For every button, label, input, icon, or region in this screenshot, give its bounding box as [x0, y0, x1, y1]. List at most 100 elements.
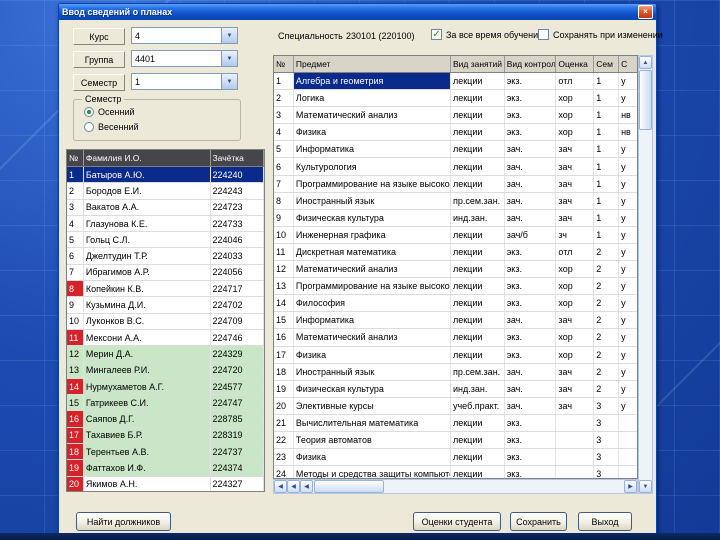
subjects-vertical-scrollbar[interactable]: ▲ ▼	[638, 55, 653, 494]
subject-row[interactable]: 9 Физическая культура инд.зан. зач. зач 1 у	[274, 209, 637, 227]
subject-row[interactable]: 3 Математический анализ лекции экз. хор 1 нв	[274, 107, 637, 125]
student-row[interactable]: 17 Тахавиев Б.Р. 228319	[67, 427, 264, 445]
vertical-scroll-track[interactable]	[639, 69, 652, 480]
subject-row[interactable]: 17 Физика лекции экз. хор 2 у	[274, 346, 637, 364]
subject-row[interactable]: 13 Программирование на языке высокого лекц…	[274, 278, 637, 296]
subjects-horizontal-scrollbar[interactable]: ◀ ◀ ◀ ▶	[273, 479, 638, 494]
subject-row[interactable]: 23 Физика лекции экз. 3	[274, 449, 637, 467]
subject-row[interactable]: 5 Информатика лекции зач. зач 1 у	[274, 141, 637, 159]
student-row[interactable]: 8 Копейкин К.В. 224717	[67, 281, 264, 298]
find-debtors-button[interactable]: Найти должников	[76, 512, 171, 531]
control-type: зач.	[505, 192, 557, 209]
checkbox-all-time[interactable]: ✓ За все время обучения	[431, 29, 543, 40]
student-row[interactable]: 7 Ибрагимов А.Р. 224056	[67, 264, 264, 282]
chevron-down-icon[interactable]: ▼	[221, 51, 237, 66]
column-header-grade[interactable]: Оценка	[556, 56, 595, 72]
scroll-right-arrow-icon[interactable]: ▶	[624, 480, 637, 493]
prev-record-button[interactable]: ◀	[287, 480, 300, 493]
subject-row[interactable]: 2 Логика лекции экз. хор 1 у	[274, 90, 637, 108]
chevron-down-icon[interactable]: ▼	[221, 74, 237, 89]
column-header-number[interactable]: №	[67, 150, 84, 166]
control-type: экз.	[505, 449, 557, 466]
student-row[interactable]: 4 Глазунова К.Е. 224733	[67, 215, 264, 233]
subject-row[interactable]: 1 Алгебра и геометрия лекции экз. отл 1 у	[274, 73, 637, 91]
subject-row[interactable]: 11 Дискретная математика лекции экз. отл 2 у	[274, 243, 637, 262]
scroll-left-arrow-icon[interactable]: ◀	[300, 480, 313, 493]
student-row[interactable]: 1 Батыров А.Ю. 224240	[67, 167, 264, 184]
save-button[interactable]: Сохранить	[510, 512, 567, 531]
horizontal-scroll-track[interactable]	[313, 480, 624, 493]
status-value: у	[621, 76, 626, 87]
column-header-record-book[interactable]: Зачётка	[211, 150, 264, 166]
scroll-down-arrow-icon[interactable]: ▼	[639, 480, 652, 493]
subject-row[interactable]: 20 Элективные курсы учеб.практ. зач. зач 3 у	[274, 397, 637, 415]
scroll-up-arrow-icon[interactable]: ▲	[639, 56, 652, 69]
subject-row[interactable]: 10 Инженерная графика лекции зач/б зч 1 у	[274, 226, 637, 244]
student-row[interactable]: 15 Гатрикеев С.И. 224747	[67, 395, 264, 412]
lesson-type: лекции	[451, 278, 505, 295]
student-name: Саяпов Д.Г.	[83, 411, 211, 427]
radio-spring[interactable]: Весенний	[84, 122, 139, 132]
student-row[interactable]: 5 Гольц С.Л. 224046	[67, 232, 264, 249]
subject-row[interactable]: 19 Физическая культура инд.зан. зач. зач 2 у	[274, 380, 637, 398]
subject-number: 7	[274, 175, 294, 192]
column-header-subject[interactable]: Предмет	[294, 56, 451, 72]
subject-row[interactable]: 6 Культурология лекции зач. зач 1 у	[274, 158, 637, 176]
group-label: Группа	[73, 51, 125, 68]
close-button[interactable]: ×	[638, 5, 653, 19]
subject-row[interactable]: 7 Программирование на языке высокого лекци…	[274, 175, 637, 193]
column-header-number[interactable]: №	[274, 56, 294, 72]
subject-row[interactable]: 15 Информатика лекции зач. зач 2 у	[274, 312, 637, 330]
semester-number: 2	[594, 261, 620, 278]
subject-row[interactable]: 24Методы и средства защиты компьютернойл…	[274, 466, 637, 478]
subject-row[interactable]: 12 Математический анализ лекции экз. хор 2 у	[274, 261, 637, 279]
course-select[interactable]: 4 ▼	[131, 27, 238, 44]
radio-autumn[interactable]: Осенний	[84, 107, 135, 117]
subject-row[interactable]: 18 Иностранный язык пр.сем.зан. зач. зач 2 у	[274, 363, 637, 381]
subject-number: 16	[274, 329, 294, 346]
student-row[interactable]: 11 Мексони А.А. 224746	[67, 329, 264, 347]
student-grades-button[interactable]: Оценки студента	[413, 512, 501, 531]
student-row[interactable]: 9 Кузьмина Д.И. 224702	[67, 297, 264, 314]
column-header-lesson-type[interactable]: Вид занятий	[451, 56, 505, 72]
first-record-button[interactable]: ◀	[274, 480, 287, 493]
students-table-body: 1 Батыров А.Ю. 224240 2 Бородов Е.И. 224243 3 В…	[67, 167, 264, 491]
column-header-semester[interactable]: Сем	[594, 56, 620, 72]
student-row[interactable]: 3 Вакатов А.А. 224723	[67, 199, 264, 216]
student-row[interactable]: 19 Фаттахов И.Ф. 224374	[67, 460, 264, 477]
column-header-name[interactable]: Фамилия И.О.	[84, 150, 211, 166]
student-row[interactable]: 12 Мерин Д.А. 224329	[67, 346, 264, 363]
subject-row[interactable]: 14 Философия лекции экз. хор 2 у	[274, 295, 637, 313]
subject-row[interactable]: 4 Физика лекции экз. хор 1 нв	[274, 124, 637, 142]
dialog-window: Ввод сведений о планах × Курс 4 ▼ Группа…	[58, 3, 663, 534]
column-header-status[interactable]: С	[619, 56, 637, 72]
student-row[interactable]: 10 Луконков В.С. 224709	[67, 313, 264, 330]
student-row[interactable]: 18 Терентьев А.В. 224737	[67, 444, 264, 461]
horizontal-scroll-thumb[interactable]	[314, 480, 384, 493]
chevron-down-icon[interactable]: ▼	[221, 28, 237, 43]
column-header-control-type[interactable]: Вид контроля	[505, 56, 557, 72]
vertical-scroll-thumb[interactable]	[639, 70, 652, 130]
subject-row[interactable]: 8 Иностранный язык пр.сем.зан. зач. зач 1 у	[274, 192, 637, 210]
subject-row[interactable]: 22 Теория автоматов лекции экз. 3	[274, 431, 637, 450]
semester-select[interactable]: 1 ▼	[131, 73, 238, 90]
subject-row[interactable]: 21 Вычислительная математика лекции экз. 3	[274, 414, 637, 432]
student-name: Бородов Е.И.	[84, 183, 211, 199]
subject-row[interactable]: 16 Математический анализ лекции экз. хор 2 у	[274, 329, 637, 347]
student-number: 13	[67, 362, 84, 378]
checkbox-save-on-change[interactable]: Сохранять при изменении	[538, 29, 663, 40]
titlebar[interactable]: Ввод сведений о планах ×	[59, 4, 656, 20]
student-row[interactable]: 13 Мингалеев Р.И. 224720	[67, 362, 264, 379]
student-number: 2	[67, 183, 84, 199]
student-row[interactable]: 2 Бородов Е.И. 224243	[67, 183, 264, 200]
student-row[interactable]: 16 Саяпов Д.Г. 228785	[67, 411, 264, 428]
student-row[interactable]: 14 Нурмухаметов А.Г. 224577	[67, 378, 264, 396]
group-select[interactable]: 4401 ▼	[131, 50, 238, 67]
subject-name: Элективные курсы	[294, 397, 451, 414]
student-name: Фаттахов И.Ф.	[83, 460, 211, 476]
student-row[interactable]: 20 Якимов А.Н. 224327	[67, 476, 264, 491]
student-name: Батыров А.Ю.	[83, 167, 211, 183]
exit-button[interactable]: Выход	[578, 512, 632, 531]
student-row[interactable]: 6 Джелтудин Т.Р. 224033	[67, 248, 264, 265]
semester-groupbox-title: Семестр	[82, 94, 125, 104]
